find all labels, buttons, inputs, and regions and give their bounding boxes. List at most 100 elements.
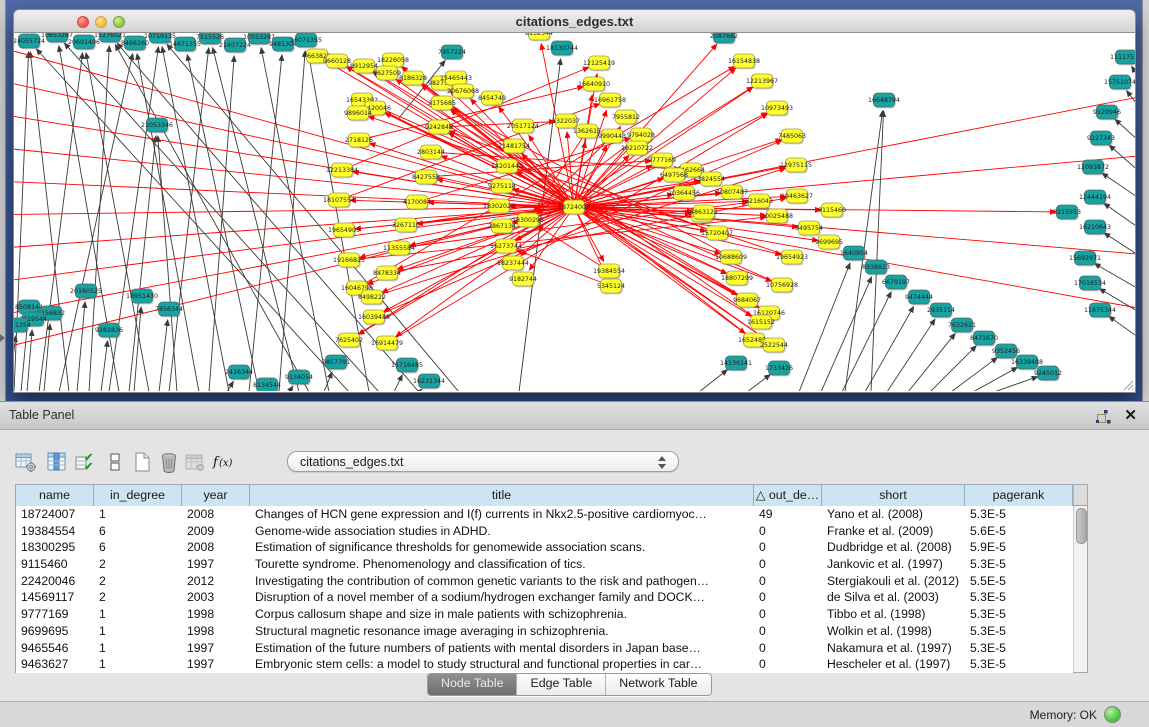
cell-short[interactable]: Dudbridge et al. (2008): [822, 539, 965, 556]
graph-node[interactable]: 16273744: [490, 239, 522, 254]
cell-pagerank[interactable]: 5.3E-5: [965, 623, 1073, 640]
cell-year[interactable]: 1998: [182, 606, 250, 623]
graph-node[interactable]: 9474444: [905, 290, 933, 305]
graph-node[interactable]: 10025488: [761, 209, 793, 224]
column-header-year[interactable]: year: [182, 485, 250, 506]
graph-node[interactable]: 19166825: [333, 253, 365, 268]
graph-edge[interactable]: [14, 52, 29, 391]
cell-out_degree[interactable]: 0: [754, 556, 822, 573]
cell-short[interactable]: Yano et al. (2008): [822, 506, 965, 523]
cell-year[interactable]: 1997: [182, 640, 250, 657]
graph-node[interactable]: 16210643: [1079, 220, 1111, 235]
cell-out_degree[interactable]: 0: [754, 656, 822, 673]
cell-name[interactable]: 9463627: [16, 656, 94, 673]
graph-node[interactable]: 19654923: [776, 250, 808, 265]
table-row[interactable]: 1872400712008Changes of HCN gene express…: [16, 506, 1073, 523]
graph-node[interactable]: 1615152: [747, 315, 775, 330]
graph-node[interactable]: 4170084: [403, 195, 431, 210]
graph-edge[interactable]: [134, 307, 141, 391]
cell-title[interactable]: Structural magnetic resonance image aver…: [250, 623, 754, 640]
graph-node[interactable]: 21053346: [141, 118, 173, 133]
cell-short[interactable]: Nakamura et al. (1997): [822, 640, 965, 657]
graph-node[interactable]: 9115460: [818, 203, 846, 218]
graph-node[interactable]: 8454749: [478, 91, 506, 106]
graph-node[interactable]: 19654903: [328, 223, 360, 238]
graph-edge[interactable]: [249, 55, 282, 391]
graph-edge[interactable]: [59, 46, 119, 391]
graph-edge[interactable]: [39, 53, 83, 391]
graph-node[interactable]: 11117534: [1110, 50, 1135, 65]
graph-node[interactable]: 16914479: [371, 336, 403, 351]
tab-edge-table[interactable]: Edge Table: [516, 674, 605, 695]
graph-node[interactable]: 2803144: [417, 145, 445, 160]
graph-node[interactable]: 15751074: [1104, 75, 1135, 90]
graph-edge[interactable]: [158, 136, 177, 391]
cell-name[interactable]: 18300295: [16, 539, 94, 556]
graph-edge[interactable]: [994, 377, 1038, 391]
cell-in_degree[interactable]: 2: [94, 589, 182, 606]
cell-pagerank[interactable]: 5.9E-5: [965, 539, 1073, 556]
cell-in_degree[interactable]: 1: [94, 506, 182, 523]
graph-node[interactable]: 11675344: [1084, 303, 1116, 318]
graph-edge[interactable]: [77, 302, 85, 391]
graph-node[interactable]: 3267110: [392, 218, 420, 233]
graph-node[interactable]: 1362615: [573, 124, 601, 139]
graph-node[interactable]: 7625402: [335, 333, 363, 348]
graph-node[interactable]: 3175685: [428, 96, 456, 111]
graph-node[interactable]: 12975115: [780, 158, 812, 173]
graph-edge[interactable]: [930, 346, 976, 391]
graph-node[interactable]: 8215953: [1053, 205, 1081, 220]
graph-edge[interactable]: [419, 389, 422, 391]
cell-year[interactable]: 1997: [182, 656, 250, 673]
graph-node[interactable]: 11355584: [383, 241, 415, 256]
graph-edge[interactable]: [137, 54, 199, 391]
new-column-icon[interactable]: [131, 450, 155, 474]
cell-pagerank[interactable]: 5.6E-5: [965, 523, 1073, 540]
cell-out_degree[interactable]: 0: [754, 606, 822, 623]
graph-node[interactable]: 9684067: [733, 293, 761, 308]
cell-short[interactable]: Franke et al. (2009): [822, 523, 965, 540]
graph-node[interactable]: 9495754: [795, 221, 823, 236]
column-header-name[interactable]: name: [16, 485, 94, 506]
table-row[interactable]: 2242004622012Investigating the contribut…: [16, 573, 1073, 590]
graph-edge[interactable]: [908, 334, 955, 391]
graph-node[interactable]: 7856344: [155, 302, 183, 317]
graph-edge[interactable]: [64, 43, 379, 391]
cell-title[interactable]: Estimation of the future numbers of pati…: [250, 640, 754, 657]
graph-node[interactable]: 8498222: [358, 290, 386, 305]
column-header-out_degree[interactable]: △ out_de…: [754, 485, 822, 506]
graph-edge[interactable]: [117, 43, 419, 391]
column-header-in_degree[interactable]: in_degree: [94, 485, 182, 506]
graph-node[interactable]: 7955812: [612, 110, 640, 125]
network-canvas[interactable]: 1872400724055724106532872069140615276021…: [13, 33, 1136, 393]
cell-year[interactable]: 2008: [182, 539, 250, 556]
cell-name[interactable]: 9115460: [16, 556, 94, 573]
cell-name[interactable]: 18724007: [16, 506, 94, 523]
cell-short[interactable]: Hescheler et al. (1997): [822, 656, 965, 673]
memory-ok-indicator-icon[interactable]: [1104, 706, 1121, 723]
cell-name[interactable]: 9777169: [16, 606, 94, 623]
table-row[interactable]: 1456911722003Disruption of a novel membe…: [16, 589, 1073, 606]
graph-edge[interactable]: [1104, 233, 1135, 262]
column-header-title[interactable]: title: [250, 485, 754, 506]
graph-edge[interactable]: [1127, 91, 1135, 120]
column-visibility-icon[interactable]: [46, 450, 70, 474]
graph-edge[interactable]: [887, 319, 935, 391]
cell-out_degree[interactable]: 0: [754, 539, 822, 556]
graph-node[interactable]: 9275114: [488, 179, 516, 194]
table-row[interactable]: 911546021997Tourette syndrome. Phenomeno…: [16, 556, 1073, 573]
cell-name[interactable]: 9699695: [16, 623, 94, 640]
graph-edge[interactable]: [27, 330, 32, 391]
graph-edge[interactable]: [86, 53, 149, 391]
function-builder-icon[interactable]: f (x): [212, 450, 236, 474]
graph-edge[interactable]: [14, 40, 574, 207]
graph-node[interactable]: 20160525: [70, 284, 102, 299]
column-header-pagerank[interactable]: pagerank: [965, 485, 1073, 506]
cell-title[interactable]: Disruption of a novel member of a sodium…: [250, 589, 754, 606]
graph-node[interactable]: 9129946: [1093, 105, 1121, 120]
graph-edge[interactable]: [187, 55, 259, 391]
graph-node[interactable]: 15716485: [391, 358, 423, 373]
graph-edge[interactable]: [747, 375, 770, 391]
citation-network-graph[interactable]: 1872400724055724106532872069140615276021…: [14, 33, 1135, 391]
graph-node[interactable]: 2718126: [345, 133, 373, 148]
